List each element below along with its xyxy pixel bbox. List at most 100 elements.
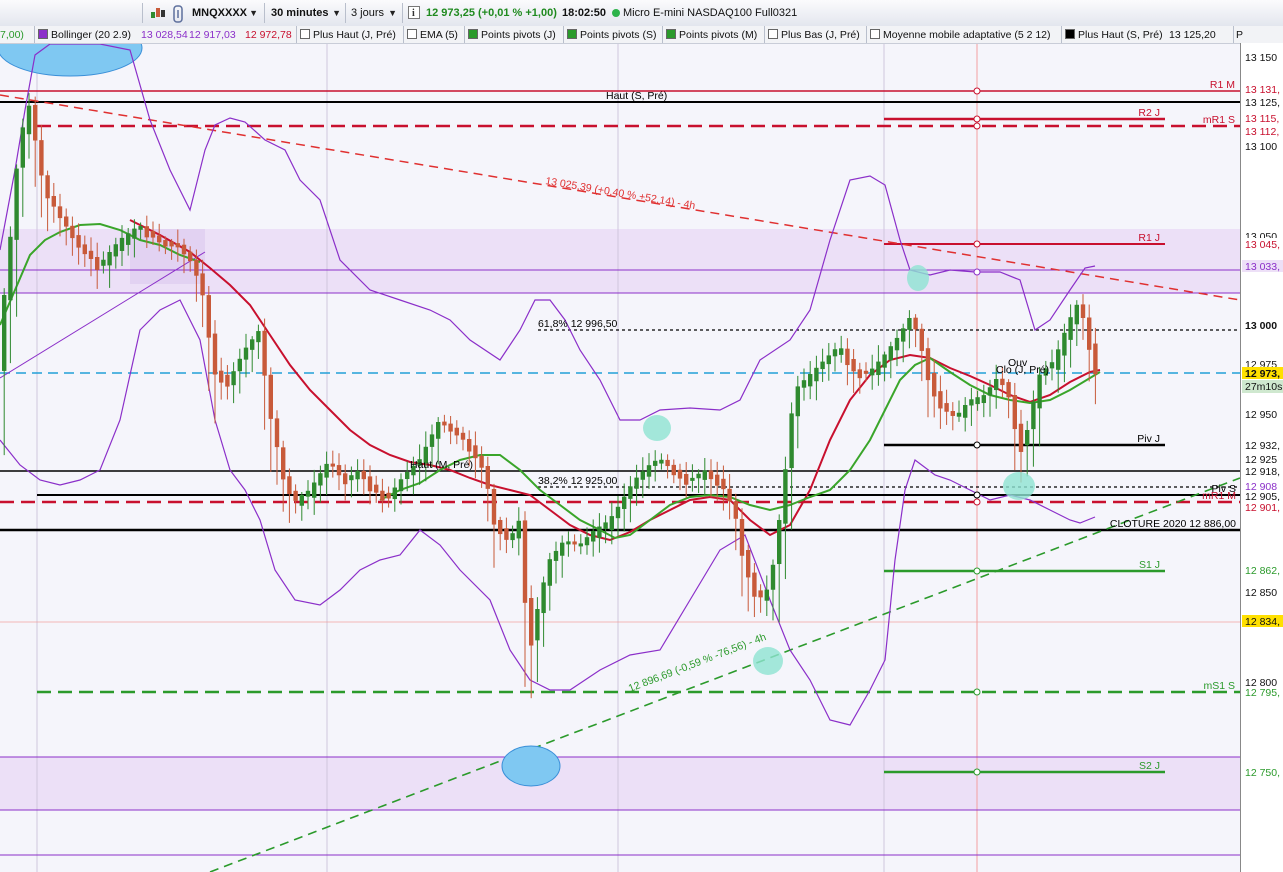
axis-tick-label: 13 100	[1245, 141, 1277, 153]
candle-body	[1031, 401, 1036, 430]
candle-body	[336, 465, 342, 476]
axis-tick-label: 13 000	[1245, 320, 1277, 332]
candle-body	[256, 331, 261, 343]
candle-body	[498, 520, 503, 535]
candle-body	[777, 520, 782, 565]
candle-body	[237, 358, 242, 372]
axis-tick-label: 12 950	[1245, 409, 1277, 421]
candle-body	[436, 422, 441, 439]
candle-body	[702, 470, 707, 480]
candle-body	[243, 347, 249, 360]
candle-body	[671, 464, 676, 476]
axis-price-tag: 12 750,	[1245, 767, 1280, 779]
axis-price-tag: 12 862,	[1245, 565, 1280, 577]
candle-body	[622, 496, 627, 509]
candle-body	[312, 482, 317, 498]
candle-body	[795, 386, 800, 417]
low-marker	[501, 745, 561, 787]
candle-body	[584, 537, 590, 546]
candle-body	[529, 598, 534, 646]
candle-body	[268, 374, 273, 419]
candle-body	[101, 259, 106, 266]
candle-body	[739, 519, 745, 556]
candle-body	[1037, 374, 1042, 409]
candle-body	[969, 399, 974, 406]
candle-body	[225, 374, 230, 387]
candle-body	[919, 328, 924, 351]
candle-body	[212, 333, 218, 375]
candle-body	[547, 559, 552, 586]
candle-body	[355, 471, 360, 480]
candle-body	[398, 479, 404, 492]
candle-body	[479, 455, 484, 468]
candle-body	[870, 368, 875, 376]
candle-body	[783, 469, 788, 524]
axis-countdown: 27m10s	[1245, 381, 1282, 393]
candle-body	[88, 250, 94, 259]
candle-body	[119, 237, 125, 251]
candle-body	[206, 295, 211, 338]
candle-body	[950, 411, 955, 416]
candle-body	[293, 490, 298, 501]
candle-body	[392, 487, 397, 500]
candle-body	[727, 488, 732, 502]
candle-body	[8, 236, 13, 301]
candle-body	[1062, 332, 1067, 356]
haut-s-pre-label: Haut (S, Pré)	[606, 90, 667, 102]
candle-body	[708, 470, 714, 480]
candle-body	[628, 486, 633, 499]
candle-body	[1074, 304, 1079, 325]
candle-body	[374, 484, 379, 493]
candle-body	[1006, 382, 1011, 398]
candle-body	[1049, 362, 1055, 369]
candle-body	[76, 235, 81, 248]
candle-body	[516, 520, 521, 539]
consolidation-zone	[130, 229, 205, 284]
axis-price-tag: 13 125,	[1245, 97, 1280, 109]
r1m-label: R1 M	[1210, 79, 1235, 91]
candle-body	[696, 473, 701, 479]
candle-body	[473, 445, 478, 459]
candle-body	[591, 531, 596, 542]
candle-body	[963, 405, 968, 418]
price-axis-canvas: 13 150 13 100 13 050 13 000 12 975 12 95…	[1242, 52, 1283, 779]
axis-tick-label: 12 925	[1245, 454, 1277, 466]
candle-body	[665, 459, 670, 467]
candle-body	[349, 475, 354, 481]
axis-price-tag: 12 901,	[1245, 502, 1280, 514]
ms1s-label: mS1 S	[1203, 680, 1235, 692]
candle-body	[386, 492, 391, 499]
candle-body	[274, 418, 280, 448]
plot-area[interactable]: R1 M Haut (S, Pré) R2 J mR1 S 13 025,39 …	[0, 20, 1240, 872]
touch-marker	[907, 265, 929, 291]
chart-background	[0, 44, 1240, 872]
touch-marker	[643, 415, 671, 441]
candle-body	[57, 206, 63, 219]
candle-body	[113, 244, 118, 257]
axis-price-tag: 13 115,	[1245, 113, 1279, 125]
price-chart[interactable]: R1 M Haut (S, Pré) R2 J mR1 S 13 025,39 …	[0, 0, 1283, 872]
price-axis[interactable]: 13 150 13 100 13 050 13 000 12 975 12 95…	[1240, 43, 1283, 872]
candle-body	[541, 582, 546, 614]
candle-body	[26, 105, 32, 135]
level-marker	[973, 498, 981, 506]
candle-body	[789, 413, 794, 469]
candle-body	[126, 233, 131, 245]
candle-body	[808, 374, 813, 387]
candle-body	[907, 318, 912, 330]
level-marker	[973, 567, 981, 575]
level-marker	[973, 688, 981, 696]
level-marker	[973, 441, 981, 449]
axis-price-tag: 13 033,	[1245, 261, 1280, 273]
candle-body	[188, 251, 193, 262]
candle-body	[659, 459, 664, 464]
candle-body	[70, 225, 75, 239]
candle-body	[851, 359, 856, 372]
fib-382-label: 38,2% 12 925,00	[538, 475, 618, 487]
support-zone	[0, 757, 1240, 810]
candle-body	[144, 226, 149, 238]
candle-body	[132, 228, 137, 239]
s1j-label: S1 J	[1139, 559, 1160, 571]
candle-body	[746, 550, 751, 578]
fib-618-label: 61,8% 12 996,50	[538, 318, 618, 330]
